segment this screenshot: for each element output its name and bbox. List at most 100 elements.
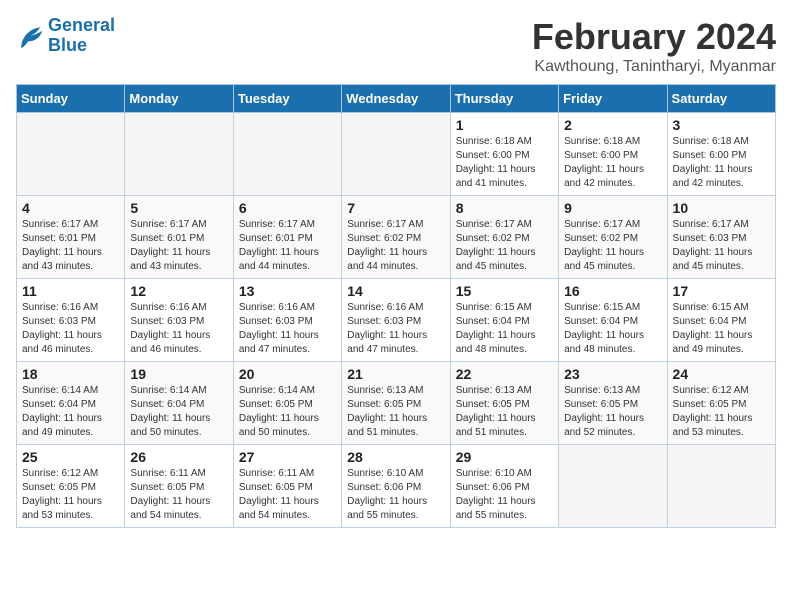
calendar-header-thursday: Thursday [450,85,558,113]
calendar-cell [559,445,667,528]
day-info: Sunrise: 6:17 AM Sunset: 6:02 PM Dayligh… [456,218,553,274]
day-info: Sunrise: 6:18 AM Sunset: 6:00 PM Dayligh… [456,135,553,191]
day-info: Sunrise: 6:11 AM Sunset: 6:05 PM Dayligh… [239,467,336,523]
day-info: Sunrise: 6:17 AM Sunset: 6:01 PM Dayligh… [239,218,336,274]
day-number: 8 [456,200,553,216]
calendar-cell: 7 Sunrise: 6:17 AM Sunset: 6:02 PM Daylig… [342,196,450,279]
day-number: 15 [456,283,553,299]
page-header: General Blue February 2024 Kawthoung, Ta… [16,16,776,76]
calendar-cell: 6 Sunrise: 6:17 AM Sunset: 6:01 PM Daylig… [233,196,341,279]
calendar-cell: 27 Sunrise: 6:11 AM Sunset: 6:05 PM Dayli… [233,445,341,528]
calendar-cell: 9 Sunrise: 6:17 AM Sunset: 6:02 PM Daylig… [559,196,667,279]
calendar-header-row: SundayMondayTuesdayWednesdayThursdayFrid… [17,85,776,113]
day-number: 24 [673,366,770,382]
calendar-header-tuesday: Tuesday [233,85,341,113]
day-info: Sunrise: 6:17 AM Sunset: 6:01 PM Dayligh… [22,218,119,274]
calendar-cell [342,113,450,196]
calendar-cell: 28Sunrise: 6:10 AM Sunset: 6:06 PM Dayli… [342,445,450,528]
calendar-cell: 15 Sunrise: 6:15 AM Sunset: 6:04 PM Dayli… [450,279,558,362]
day-number: 22 [456,366,553,382]
calendar-cell: 18 Sunrise: 6:14 AM Sunset: 6:04 PM Dayli… [17,362,125,445]
day-info: Sunrise: 6:14 AM Sunset: 6:04 PM Dayligh… [130,384,227,440]
day-number: 11 [22,283,119,299]
calendar-title: February 2024 [532,16,776,58]
day-number: 4 [22,200,119,216]
day-info: Sunrise: 6:16 AM Sunset: 6:03 PM Dayligh… [130,301,227,357]
calendar-cell: 24 Sunrise: 6:12 AM Sunset: 6:05 PM Dayli… [667,362,775,445]
day-number: 27 [239,449,336,465]
day-info: Sunrise: 6:13 AM Sunset: 6:05 PM Dayligh… [347,384,444,440]
calendar-cell: 8 Sunrise: 6:17 AM Sunset: 6:02 PM Daylig… [450,196,558,279]
day-number: 18 [22,366,119,382]
calendar-subtitle: Kawthoung, Tanintharyi, Myanmar [532,58,776,76]
day-number: 19 [130,366,227,382]
calendar-week-2: 11 Sunrise: 6:16 AM Sunset: 6:03 PM Dayli… [17,279,776,362]
day-number: 13 [239,283,336,299]
day-number: 16 [564,283,661,299]
day-number: 10 [673,200,770,216]
calendar-header-sunday: Sunday [17,85,125,113]
day-info: Sunrise: 6:17 AM Sunset: 6:02 PM Dayligh… [347,218,444,274]
day-info: Sunrise: 6:17 AM Sunset: 6:02 PM Dayligh… [564,218,661,274]
logo-text: General Blue [48,16,115,56]
day-number: 26 [130,449,227,465]
day-info: Sunrise: 6:17 AM Sunset: 6:01 PM Dayligh… [130,218,227,274]
calendar-cell: 12 Sunrise: 6:16 AM Sunset: 6:03 PM Dayli… [125,279,233,362]
day-info: Sunrise: 6:14 AM Sunset: 6:04 PM Dayligh… [22,384,119,440]
day-number: 25 [22,449,119,465]
calendar-cell [125,113,233,196]
calendar-cell: 23 Sunrise: 6:13 AM Sunset: 6:05 PM Dayli… [559,362,667,445]
day-number: 7 [347,200,444,216]
day-info: Sunrise: 6:12 AM Sunset: 6:05 PM Dayligh… [22,467,119,523]
day-number: 9 [564,200,661,216]
day-info: Sunrise: 6:10 AM Sunset: 6:06 PM Dayligh… [347,467,444,523]
calendar-cell: 13 Sunrise: 6:16 AM Sunset: 6:03 PM Dayli… [233,279,341,362]
day-info: Sunrise: 6:13 AM Sunset: 6:05 PM Dayligh… [564,384,661,440]
calendar-cell: 11Sunrise: 6:16 AM Sunset: 6:03 PM Dayli… [17,279,125,362]
calendar-table: SundayMondayTuesdayWednesdayThursdayFrid… [16,84,776,528]
calendar-header-friday: Friday [559,85,667,113]
day-info: Sunrise: 6:15 AM Sunset: 6:04 PM Dayligh… [673,301,770,357]
calendar-header-wednesday: Wednesday [342,85,450,113]
day-info: Sunrise: 6:17 AM Sunset: 6:03 PM Dayligh… [673,218,770,274]
day-info: Sunrise: 6:16 AM Sunset: 6:03 PM Dayligh… [239,301,336,357]
calendar-cell: 4 Sunrise: 6:17 AM Sunset: 6:01 PM Daylig… [17,196,125,279]
calendar-cell: 3 Sunrise: 6:18 AM Sunset: 6:00 PM Daylig… [667,113,775,196]
day-number: 12 [130,283,227,299]
calendar-week-0: 1 Sunrise: 6:18 AM Sunset: 6:00 PM Daylig… [17,113,776,196]
day-info: Sunrise: 6:18 AM Sunset: 6:00 PM Dayligh… [673,135,770,191]
day-info: Sunrise: 6:12 AM Sunset: 6:05 PM Dayligh… [673,384,770,440]
day-info: Sunrise: 6:10 AM Sunset: 6:06 PM Dayligh… [456,467,553,523]
day-info: Sunrise: 6:18 AM Sunset: 6:00 PM Dayligh… [564,135,661,191]
day-number: 20 [239,366,336,382]
calendar-week-3: 18 Sunrise: 6:14 AM Sunset: 6:04 PM Dayli… [17,362,776,445]
calendar-cell: 21Sunrise: 6:13 AM Sunset: 6:05 PM Dayli… [342,362,450,445]
day-info: Sunrise: 6:16 AM Sunset: 6:03 PM Dayligh… [347,301,444,357]
day-info: Sunrise: 6:14 AM Sunset: 6:05 PM Dayligh… [239,384,336,440]
day-number: 14 [347,283,444,299]
day-number: 3 [673,117,770,133]
day-info: Sunrise: 6:15 AM Sunset: 6:04 PM Dayligh… [564,301,661,357]
day-number: 1 [456,117,553,133]
day-number: 6 [239,200,336,216]
day-number: 17 [673,283,770,299]
calendar-cell: 17 Sunrise: 6:15 AM Sunset: 6:04 PM Dayli… [667,279,775,362]
logo-icon [16,22,44,50]
day-number: 5 [130,200,227,216]
calendar-week-1: 4 Sunrise: 6:17 AM Sunset: 6:01 PM Daylig… [17,196,776,279]
day-number: 29 [456,449,553,465]
calendar-cell [233,113,341,196]
calendar-cell: 26Sunrise: 6:11 AM Sunset: 6:05 PM Dayli… [125,445,233,528]
calendar-cell: 16 Sunrise: 6:15 AM Sunset: 6:04 PM Dayli… [559,279,667,362]
day-info: Sunrise: 6:15 AM Sunset: 6:04 PM Dayligh… [456,301,553,357]
calendar-cell: 25 Sunrise: 6:12 AM Sunset: 6:05 PM Dayli… [17,445,125,528]
calendar-cell: 10 Sunrise: 6:17 AM Sunset: 6:03 PM Dayli… [667,196,775,279]
calendar-cell: 5 Sunrise: 6:17 AM Sunset: 6:01 PM Daylig… [125,196,233,279]
day-info: Sunrise: 6:13 AM Sunset: 6:05 PM Dayligh… [456,384,553,440]
day-number: 23 [564,366,661,382]
calendar-cell: 14 Sunrise: 6:16 AM Sunset: 6:03 PM Dayli… [342,279,450,362]
calendar-cell: 2Sunrise: 6:18 AM Sunset: 6:00 PM Daylig… [559,113,667,196]
logo: General Blue [16,16,115,56]
calendar-week-4: 25 Sunrise: 6:12 AM Sunset: 6:05 PM Dayli… [17,445,776,528]
calendar-cell: 22 Sunrise: 6:13 AM Sunset: 6:05 PM Dayli… [450,362,558,445]
